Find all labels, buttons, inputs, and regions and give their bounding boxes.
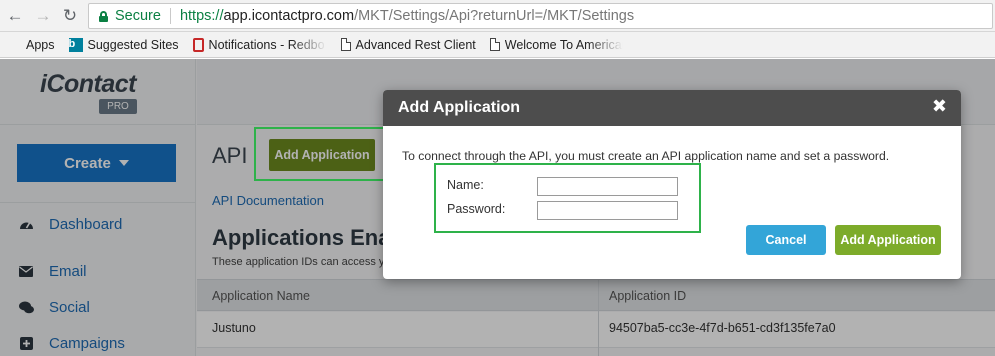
reload-icon[interactable]: ↻ <box>60 6 80 26</box>
dialog-title: Add Application <box>398 99 521 116</box>
page-icon <box>340 38 351 51</box>
browser-toolbar: ← → ↻ Secure https://app.icontactpro.com… <box>0 0 995 32</box>
page-icon <box>489 38 500 51</box>
close-icon[interactable]: ✖ <box>932 97 947 115</box>
bookmark-notifications[interactable]: Notifications - Redbo <box>192 37 327 52</box>
dialog-description: To connect through the API, you must cre… <box>402 149 890 163</box>
cancel-button[interactable]: Cancel <box>746 225 826 255</box>
submit-add-application-button[interactable]: Add Application <box>835 225 941 255</box>
bing-icon: b <box>68 37 83 52</box>
apps-grid-icon <box>8 38 21 51</box>
url-text: https://app.icontactpro.com/MKT/Settings… <box>179 8 635 24</box>
bookmark-welcome-american[interactable]: Welcome To American <box>489 38 623 52</box>
address-bar[interactable]: Secure https://app.icontactpro.com/MKT/S… <box>88 3 993 29</box>
highlight-add-button <box>254 127 385 181</box>
lock-icon <box>99 10 108 22</box>
dialog-header: Add Application ✖ <box>383 90 961 126</box>
highlight-fields <box>434 163 701 233</box>
bookmark-suggested-sites[interactable]: b Suggested Sites <box>68 37 179 52</box>
bookmark-advanced-rest-client[interactable]: Advanced Rest Client <box>340 38 476 52</box>
forward-arrow-icon[interactable]: → <box>33 6 53 26</box>
bookmarks-bar: Apps b Suggested Sites Notifications - R… <box>0 32 995 58</box>
back-arrow-icon[interactable]: ← <box>5 6 25 26</box>
bookmark-apps[interactable]: Apps <box>8 38 55 52</box>
address-separator <box>169 8 171 24</box>
redbooth-icon <box>192 37 204 52</box>
secure-label: Secure <box>115 8 161 24</box>
